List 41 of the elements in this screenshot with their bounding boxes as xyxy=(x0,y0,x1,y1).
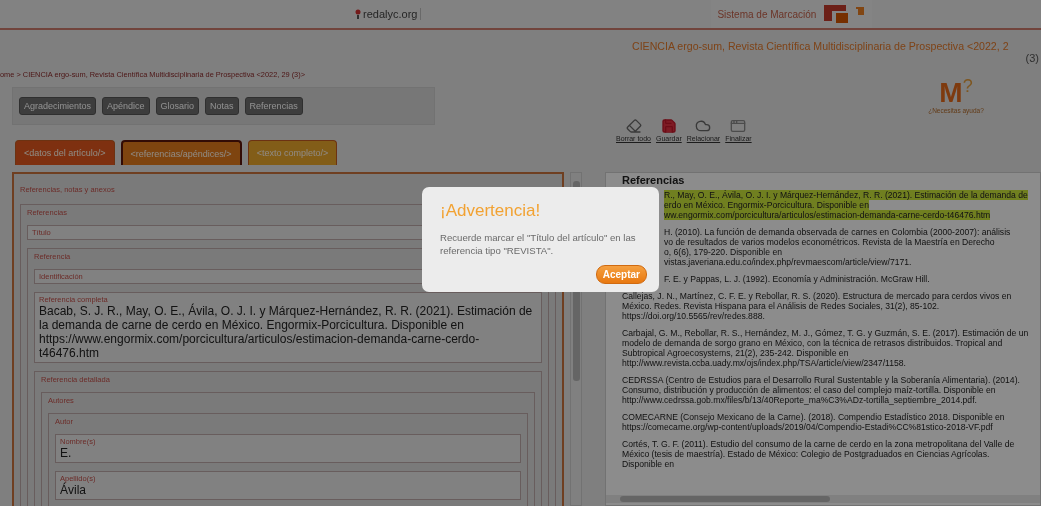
reference-line: México (tesis de maestría). Estado de México: Colegio de Postgraduados en Ciencias Agrícolas. xyxy=(622,449,990,459)
reference-line: Cortés, T. G. F. (2011). Estudio del consumo de la carne de cerdo en la zona metropolitana del Valle de xyxy=(622,439,1015,449)
tab[interactable]: <datos del artículo/> xyxy=(15,140,115,165)
system-logo-text: Sistema de Marcación xyxy=(717,8,817,20)
section-button[interactable]: Apéndice xyxy=(102,97,150,115)
reference-line: o, 6(6), 179-220. Disponible en xyxy=(664,247,782,257)
references-heading: Referencias xyxy=(622,175,685,185)
dialog-title: ¡Advertencia! xyxy=(440,201,542,221)
reference-line: modelo de demanda de sorgo grano en México, con la técnica de retrasos distribuidos. Tropical and xyxy=(622,338,1003,348)
window-icon xyxy=(730,118,747,135)
accept-button[interactable]: Aceptar xyxy=(595,265,647,284)
reference-line: F. E. y Pappas, L. J. (1992). Economía y Administración. McGraw Hill. xyxy=(664,274,930,284)
reference-line: Carbajal, G. M., Rebollar, R. S., Hernández, M. J., Gómez, T. G. y Guzmán, S. E. (2017). Estimación de un xyxy=(622,328,1029,338)
save-icon xyxy=(660,118,677,135)
pin-icon xyxy=(355,9,361,19)
reference-line: http://www.revista.ccba.uady.mx/ojs/index.php/TSA/article/view/2347/1158. xyxy=(622,358,906,368)
reference-line: CEDRSSA (Centro de Estudios para el Desarrollo Rural Sustentable y la Soberanía Alimentaria). (2014). xyxy=(622,375,1020,385)
reference-line: vistas.javeriana.edu.co/index.php/revmaescom/article/view/7171. xyxy=(664,257,912,267)
section-button[interactable]: Referencias xyxy=(244,97,303,115)
section-button[interactable]: Glosario xyxy=(155,97,200,115)
reference-line: Disponible en xyxy=(622,459,675,469)
section-button[interactable]: Agradecimientos xyxy=(19,97,97,115)
site-logo: redalyc.org xyxy=(355,8,422,20)
reference-line: México. Redes. Revista Hispana para el Análisis de Redes Sociales, 31(2), 85-102. xyxy=(622,301,940,311)
reference-line: http://www.cedrssa.gob.mx/files/b/13/40Reporte_ma%C3%ADz-tortilla_septiembre_2014.pdf. xyxy=(622,395,977,405)
system-logo-icon xyxy=(822,3,867,25)
tab[interactable]: <referencias/apéndices/> xyxy=(120,140,242,165)
reference-line: https://doi.org/10.5565/rev/redes.888. xyxy=(622,311,765,321)
journal-title: CIENCIA ergo-sum, Revista Científica Multidisciplinaria de Prospectiva <2022, 2 xyxy=(632,40,1010,52)
reference-line: Consumo, distribución y producción de alimentos: el caso del complejo maíz-tortilla. Disponible en xyxy=(622,385,996,395)
reference-line: vo de resultados de varios modelos econométricos. Revista de la Maestría en Derecho xyxy=(664,237,995,247)
section-button[interactable]: Notas xyxy=(205,97,239,115)
horizontal-scrollbar[interactable] xyxy=(606,495,1040,503)
reference-line: COMECARNE (Consejo Mexicano de la Carne). (2018). Compendio Estadístico 2018. Disponible en xyxy=(622,412,1005,422)
reference-line: https://comecarne.org/wp-content/uploads/2019/04/Compendio-Estadi%CC%81stico-2018-VF.pdf xyxy=(622,422,993,432)
eraser-icon xyxy=(625,118,642,135)
journal-issue: (3) xyxy=(1025,52,1039,64)
reference-line: Subtropical Agroecosystems, 21(2), 235-242. Disponible en xyxy=(622,348,849,358)
help-logo[interactable]: M$^{?}$ xyxy=(939,72,973,108)
reference-line: Callejas, J. N., Martínez, C. F. E. y Rebollar, R. S. (2020). Estructura de mercado para cerdos vivos en xyxy=(622,291,1012,301)
reference-line: H. (2010). La función de demanda observada de carnes en Colombia (2000-2007): análisis xyxy=(664,227,1011,237)
